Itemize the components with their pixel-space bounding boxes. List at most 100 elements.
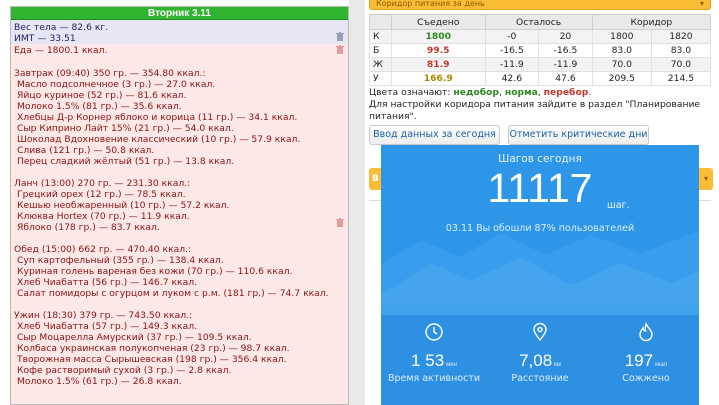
location-pin-icon	[533, 322, 547, 342]
stat-label: Время активности	[387, 373, 481, 384]
mark-critical-days-button[interactable]: Отметить критические дни	[508, 125, 649, 145]
corridor-min: 83.0	[591, 43, 652, 58]
left-max: -16.5	[538, 43, 593, 58]
meal-item: Хлеб Чиабатта (57 гр.) — 149.3 ккал.	[17, 321, 197, 332]
eaten-value: 99.5	[391, 43, 486, 58]
left-max: -11.9	[538, 57, 593, 72]
food-diary-panel: Вторник 3.11 Вес тела — 82.6 кг. ИМТ — 3…	[10, 6, 349, 405]
left-min: 42.6	[484, 71, 540, 86]
body-stats: Вес тела — 82.6 кг. ИМТ — 33.51	[11, 20, 348, 44]
flame-icon	[639, 321, 653, 342]
eaten-value: 1800	[391, 29, 486, 44]
left-min: -11.9	[484, 57, 540, 72]
stat-unit: км	[554, 362, 561, 368]
food-total: Еда — 1800.1 ккал.	[11, 44, 348, 57]
meal-item: Творожная масса Сырышевская (198 гр.) — …	[17, 354, 287, 365]
calories-stat: 197 ккал Сожжено	[593, 321, 699, 401]
body-weight: Вес тела — 82.6 кг.	[14, 22, 109, 33]
meal-item: Перец сладкий жёлтый (51 гр.) — 13.8 кка…	[17, 156, 235, 167]
eaten-value: 81.9	[391, 57, 486, 72]
color-legend: Цвета означают: недобор, норма, перебор.…	[369, 87, 711, 123]
meal-item: Яйцо куриное (52 гр.) — 81.6 ккал.	[17, 90, 187, 101]
meal-item: Суп картофельный (355 гр.) — 138.4 ккал.	[17, 255, 224, 266]
legend-under: недобор	[453, 87, 500, 98]
table-header: Съедено	[391, 14, 486, 30]
legend-end: .	[588, 87, 592, 98]
input-today-button[interactable]: Ввод данных за сегодня	[369, 125, 500, 145]
corridor-min: 209.5	[591, 71, 652, 86]
legend-over: перебор	[543, 87, 589, 98]
nutrient-letter: Ж	[369, 57, 392, 72]
meal-item: Кофе растворимый сухой (3 гр.) — 2.8 кка…	[17, 365, 232, 376]
stat-value-mid: 53	[425, 351, 445, 370]
meal-item: Куриная голень вареная без кожи (70 гр.)…	[17, 266, 293, 277]
stat-label: Сожжено	[622, 373, 670, 384]
meal-item: Грецкий орех (12 гр.) — 78.5 ккал.	[17, 189, 186, 200]
legend-line: Цвета означают: недобор, норма, перебор.	[369, 87, 711, 99]
meal-item: Шоколад Вдохновение классический (10 гр.…	[17, 134, 301, 145]
corridor-header-bar[interactable]: Коридор питания за день ▾	[369, 0, 711, 10]
corridor-max: 70.0	[650, 57, 712, 72]
meal-item: Сыр Киприно Лайт 15% (21 гр.) — 54.0 кка…	[17, 123, 234, 134]
corridor-max: 83.0	[650, 43, 712, 58]
stat-label: Расстояние	[511, 373, 569, 384]
meal-item: Кешью необжаренный (10 гр.) — 57.2 ккал.	[17, 200, 230, 211]
legend-prefix: Цвета означают:	[369, 87, 454, 98]
stat-value-main: 7,08	[519, 351, 553, 370]
active-time-stat: 1 53 мин Время активности	[381, 321, 487, 401]
table-header: Коридор	[591, 14, 712, 30]
steps-unit: шаг.	[607, 200, 630, 211]
stat-value: 1 53 мин	[381, 351, 487, 371]
stat-value-main: 1	[411, 351, 421, 370]
meal-item: Салат помидоры с огурцом и луком с р.м. …	[17, 288, 329, 299]
day-header: Вторник 3.11	[11, 7, 348, 20]
meal-item: Хлебцы Д-р Корнер яблоко и корица (11 гр…	[17, 112, 298, 123]
left-min: -16.5	[484, 43, 540, 58]
table-header-row: Съедено Осталось Коридор	[369, 14, 712, 30]
meal-item: Клюква Hortex (70 гр.) — 11.9 ккал.	[17, 211, 190, 222]
corridor-min: 70.0	[591, 57, 652, 72]
table-header: Осталось	[484, 14, 593, 30]
corridor-max: 214.5	[650, 71, 712, 86]
left-max: 20	[538, 29, 593, 44]
chevron-down-icon[interactable]: ▾	[699, 168, 713, 190]
food-total-label: Еда — 1800.1 ккал.	[14, 45, 108, 56]
meal-dinner: Обед (15:00) 662 гр. — 470.40 ккал.: Суп…	[11, 244, 348, 299]
meal-title: Ланч (13:00) 270 гр. — 231.30 ккал.:	[14, 178, 191, 189]
meal-breakfast: Завтрак (09:40) 350 гр. — 354.80 ккал.: …	[11, 68, 348, 167]
delete-icon[interactable]	[336, 32, 344, 41]
stat-unit: мин	[446, 362, 457, 368]
stat-unit: ккал	[655, 362, 668, 368]
chevron-down-icon[interactable]: ▾	[700, 0, 704, 8]
table-row: К 1800 -0 20 1800 1820	[369, 29, 712, 44]
left-min: -0	[484, 29, 540, 44]
meal-lunch: Ланч (13:00) 270 гр. — 231.30 ккал.: Гре…	[11, 178, 348, 233]
delete-icon[interactable]	[336, 218, 344, 227]
meal-item: Молоко 1.5% (81 гр.) — 35.6 ккал.	[17, 101, 182, 112]
table-row: Ж 81.9 -11.9 -11.9 70.0 70.0	[369, 57, 712, 72]
clock-icon	[425, 323, 443, 341]
left-max: 47.6	[538, 71, 593, 86]
steps-card: Шагов сегодня 11117 шаг. 03.11 Вы обошли…	[381, 145, 699, 405]
table-row: Б 99.5 -16.5 -16.5 83.0 83.0	[369, 43, 712, 58]
meal-title: Ужин (18:30) 379 гр. — 743.50 ккал.:	[14, 310, 193, 321]
bmi: ИМТ — 33.51	[14, 33, 76, 44]
meal-title: Обед (15:00) 662 гр. — 470.40 ккал.:	[14, 244, 192, 255]
legend-norm: норма	[504, 87, 538, 98]
meal-item: Масло подсолнечное (3 гр.) — 27.0 ккал.	[17, 79, 216, 90]
meal-item: Яблоко (178 гр.) — 83.7 ккал.	[17, 222, 160, 233]
meal-item: Молоко 1.5% (61 гр.) — 26.8 ккал.	[17, 376, 182, 387]
meal-supper: Ужин (18:30) 379 гр. — 743.50 ккал.: Хле…	[11, 310, 348, 387]
stat-value: 7,08 км	[487, 351, 593, 371]
steps-title: Шагов сегодня	[498, 153, 582, 165]
nutrient-table: Съедено Осталось Коридор К 1800 -0 20 18…	[369, 14, 712, 86]
delete-icon[interactable]	[336, 45, 344, 54]
steps-subtitle: 03.11 Вы обошли 87% пользователей	[445, 223, 635, 234]
meal-title: Завтрак (09:40) 350 гр. — 354.80 ккал.:	[14, 68, 206, 79]
meal-item: Хлеб Чиабатта (56 гр.) — 146.7 ккал.	[17, 277, 197, 288]
corridor-header-label: Коридор питания за день	[376, 0, 485, 8]
table-row: У 166.9 42.6 47.6 209.5 214.5	[369, 71, 712, 86]
meal-item: Слива (121 гр.) — 50.8 ккал.	[17, 145, 155, 156]
corridor-min: 1800	[591, 29, 652, 44]
nutrient-letter: У	[369, 71, 392, 86]
